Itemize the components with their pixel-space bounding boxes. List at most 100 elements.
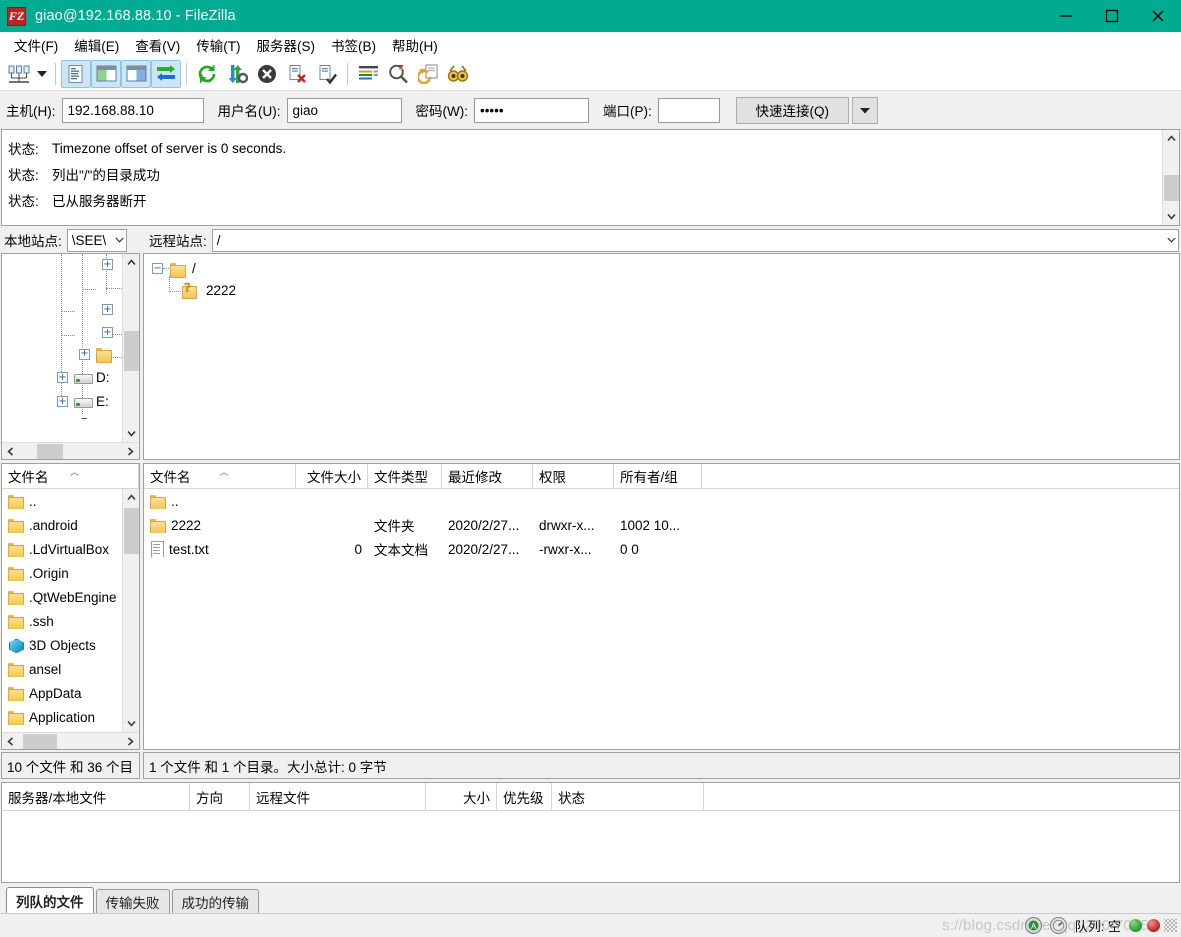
- local-tree-node-d-drive[interactable]: + D:: [57, 370, 110, 385]
- local-list-vscrollbar[interactable]: [122, 489, 139, 732]
- scroll-thumb[interactable]: [123, 331, 139, 371]
- password-input[interactable]: [473, 97, 589, 123]
- port-input[interactable]: [657, 97, 720, 123]
- scroll-down-arrow[interactable]: [123, 425, 140, 442]
- column-header-permissions[interactable]: 权限: [533, 464, 614, 488]
- menu-view[interactable]: 查看(V): [127, 32, 188, 58]
- menu-file[interactable]: 文件(F): [6, 32, 66, 58]
- host-input[interactable]: [61, 97, 204, 123]
- column-header-filename[interactable]: 文件名 ︿: [2, 464, 139, 488]
- column-header-filesize[interactable]: 文件大小: [296, 464, 368, 488]
- remote-tree-node-2222[interactable]: ? 2222: [182, 281, 236, 299]
- refresh-button[interactable]: [192, 60, 222, 88]
- local-tree-hscrollbar[interactable]: [2, 442, 139, 459]
- column-header-filetype[interactable]: 文件类型: [368, 464, 442, 488]
- expander-plus-icon[interactable]: +: [79, 348, 90, 360]
- local-tree-node[interactable]: +: [102, 259, 113, 270]
- quick-connect-button[interactable]: 快速连接(Q): [735, 96, 849, 124]
- table-row[interactable]: test.txt 0 文本文档 2020/2/27... -rwxr-x... …: [144, 537, 1179, 561]
- scroll-thumb[interactable]: [1163, 175, 1179, 201]
- queue-column-status[interactable]: 状态: [552, 783, 704, 810]
- remote-site-combo[interactable]: /: [211, 228, 1179, 252]
- scroll-right-arrow[interactable]: [122, 443, 139, 460]
- queue-column-direction[interactable]: 方向: [190, 783, 250, 810]
- speed-limit-icon[interactable]: [1049, 916, 1068, 935]
- table-row[interactable]: ..: [144, 489, 1179, 513]
- expander-plus-icon[interactable]: +: [102, 259, 113, 270]
- tab-failed-transfers[interactable]: 传输失败: [95, 889, 170, 913]
- scroll-track[interactable]: [1163, 147, 1180, 208]
- local-list-hscrollbar[interactable]: [2, 732, 139, 749]
- scroll-track[interactable]: [123, 506, 140, 715]
- transfer-queue-panel[interactable]: 服务器/本地文件 方向 远程文件 大小 优先级 状态: [1, 782, 1180, 883]
- expander-plus-icon[interactable]: +: [57, 396, 68, 407]
- scroll-left-arrow[interactable]: [2, 443, 19, 460]
- local-tree-vscrollbar[interactable]: [122, 254, 139, 442]
- reconnect-button[interactable]: [312, 60, 342, 88]
- menu-edit[interactable]: 编辑(E): [66, 32, 127, 58]
- local-site-combo[interactable]: \SEE\: [66, 228, 127, 252]
- expander-plus-icon[interactable]: +: [102, 304, 113, 315]
- cancel-operation-button[interactable]: [252, 60, 282, 88]
- scroll-thumb[interactable]: [37, 443, 63, 459]
- column-header-filename[interactable]: 文件名 ︿: [144, 464, 296, 488]
- expander-plus-icon[interactable]: +: [57, 372, 68, 383]
- table-row[interactable]: Application: [2, 705, 122, 729]
- site-manager-button[interactable]: [4, 60, 34, 88]
- synchronized-browsing-button[interactable]: [413, 60, 443, 88]
- scroll-right-arrow[interactable]: [122, 733, 139, 750]
- queue-column-size[interactable]: 大小: [426, 783, 497, 810]
- tab-successful-transfers[interactable]: 成功的传输: [171, 889, 259, 913]
- scroll-down-arrow[interactable]: [123, 715, 140, 732]
- directory-comparison-button[interactable]: [383, 60, 413, 88]
- table-row[interactable]: .android: [2, 513, 122, 537]
- table-row[interactable]: 3D Objects: [2, 633, 122, 657]
- shield-icon[interactable]: A: [1024, 916, 1043, 935]
- scroll-up-arrow[interactable]: [123, 254, 140, 271]
- find-files-button[interactable]: [443, 60, 473, 88]
- scroll-left-arrow[interactable]: [2, 733, 19, 750]
- scroll-thumb[interactable]: [23, 733, 57, 749]
- toggle-local-tree-button[interactable]: [91, 59, 121, 88]
- scroll-track[interactable]: [123, 271, 140, 425]
- toggle-remote-tree-button[interactable]: [121, 59, 151, 88]
- filter-button[interactable]: [353, 60, 383, 88]
- table-row[interactable]: .ssh: [2, 609, 122, 633]
- menu-help[interactable]: 帮助(H): [384, 32, 446, 58]
- table-row[interactable]: ..: [2, 489, 122, 513]
- local-tree-node-e-drive[interactable]: + E:: [57, 394, 109, 409]
- menu-bookmarks[interactable]: 书签(B): [323, 32, 384, 58]
- scroll-thumb[interactable]: [123, 508, 139, 554]
- minimize-button[interactable]: [1043, 0, 1089, 32]
- transfer-queue-body[interactable]: [2, 811, 1179, 882]
- expander-plus-icon[interactable]: +: [102, 327, 113, 338]
- remote-file-list[interactable]: 文件名 ︿ 文件大小 文件类型 最近修改 权限 所有者/组 .. 2222 文件…: [143, 463, 1180, 750]
- scroll-up-arrow[interactable]: [123, 489, 140, 506]
- maximize-button[interactable]: [1089, 0, 1135, 32]
- process-queue-button[interactable]: [222, 60, 252, 88]
- local-tree-node[interactable]: +: [102, 304, 113, 315]
- remote-tree-node-root[interactable]: − /: [152, 261, 196, 278]
- queue-column-priority[interactable]: 优先级: [497, 783, 552, 810]
- local-tree-node-partial[interactable]: ‾: [57, 417, 87, 432]
- disconnect-button[interactable]: [282, 60, 312, 88]
- scroll-track[interactable]: [19, 443, 122, 460]
- menu-server[interactable]: 服务器(S): [249, 32, 324, 58]
- table-row[interactable]: .Origin: [2, 561, 122, 585]
- queue-column-remote-file[interactable]: 远程文件: [250, 783, 426, 810]
- close-button[interactable]: [1135, 0, 1181, 32]
- local-tree-node[interactable]: +: [102, 327, 113, 338]
- table-row[interactable]: .LdVirtualBox: [2, 537, 122, 561]
- message-log-scrollbar[interactable]: [1162, 130, 1179, 225]
- remote-directory-tree[interactable]: − / ? 2222: [143, 253, 1180, 460]
- local-tree-node[interactable]: +: [79, 347, 112, 363]
- queue-column-server-local-file[interactable]: 服务器/本地文件: [2, 783, 190, 810]
- resize-grip-icon[interactable]: [1164, 919, 1177, 932]
- site-manager-dropdown-button[interactable]: [34, 60, 50, 88]
- table-row[interactable]: AppData: [2, 681, 122, 705]
- expander-minus-icon[interactable]: −: [152, 263, 163, 274]
- column-header-modified[interactable]: 最近修改: [442, 464, 533, 488]
- table-row[interactable]: 2222 文件夹 2020/2/27... drwxr-x... 1002 10…: [144, 513, 1179, 537]
- menu-transfer[interactable]: 传输(T): [188, 32, 248, 58]
- table-row[interactable]: ansel: [2, 657, 122, 681]
